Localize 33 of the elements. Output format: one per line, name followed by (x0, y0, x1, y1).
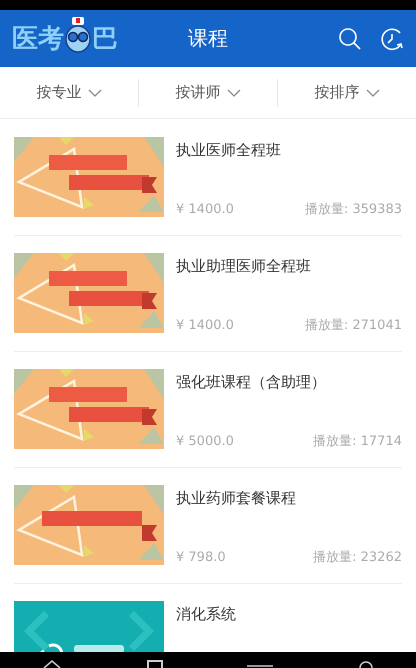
page-title: 课程 (188, 25, 228, 52)
chevron-down-icon (226, 88, 240, 96)
course-title: 执业医师全程班 (176, 141, 282, 160)
filter-dropdown[interactable]: 按专业 (0, 75, 138, 110)
course-price: ¥ 798.0 (176, 550, 226, 564)
course-title: 执业药师套餐课程 (176, 489, 297, 508)
chevron-down-icon (366, 88, 380, 96)
course-price: ¥ 5000.0 (176, 434, 234, 448)
course-item[interactable]: 强化班课程（含助理） ¥ 5000.0 播放量: 17714 (14, 352, 402, 468)
course-title: 执业助理医师全程班 (176, 257, 312, 276)
play-count: 播放量: 23262 (313, 549, 402, 566)
back-icon[interactable] (42, 660, 62, 668)
course-title: 强化班课程（含助理） (176, 373, 327, 392)
home-icon[interactable] (146, 660, 163, 668)
filter-dropdown[interactable]: 按排序 (278, 75, 416, 110)
play-count: 播放量: 17714 (313, 433, 402, 450)
menu-icon[interactable] (247, 664, 274, 668)
logo-text: 巴 (92, 24, 118, 54)
course-item[interactable]: 执业医师全程班 ¥ 1400.0 播放量: 359383 (14, 120, 402, 236)
filter-dropdown[interactable]: 按讲师 (139, 75, 277, 110)
course-item[interactable]: 执业助理医师全程班 ¥ 1400.0 播放量: 271041 (14, 236, 402, 352)
course-price: ¥ 1400.0 (176, 202, 234, 216)
course-title: 消化系统 (176, 605, 237, 624)
play-count: 播放量: 271041 (304, 317, 402, 334)
play-count: 播放量: 359383 (304, 201, 402, 218)
recent-icon[interactable] (358, 660, 374, 668)
course-price: ¥ 1400.0 (176, 318, 234, 332)
logo-text: 医考 (12, 24, 64, 54)
search-icon[interactable] (338, 26, 362, 50)
chevron-down-icon (88, 88, 102, 96)
mascot-icon (64, 14, 92, 54)
course-item[interactable]: 执业药师套餐课程 ¥ 798.0 播放量: 23262 (14, 468, 402, 584)
history-icon[interactable] (380, 26, 404, 50)
